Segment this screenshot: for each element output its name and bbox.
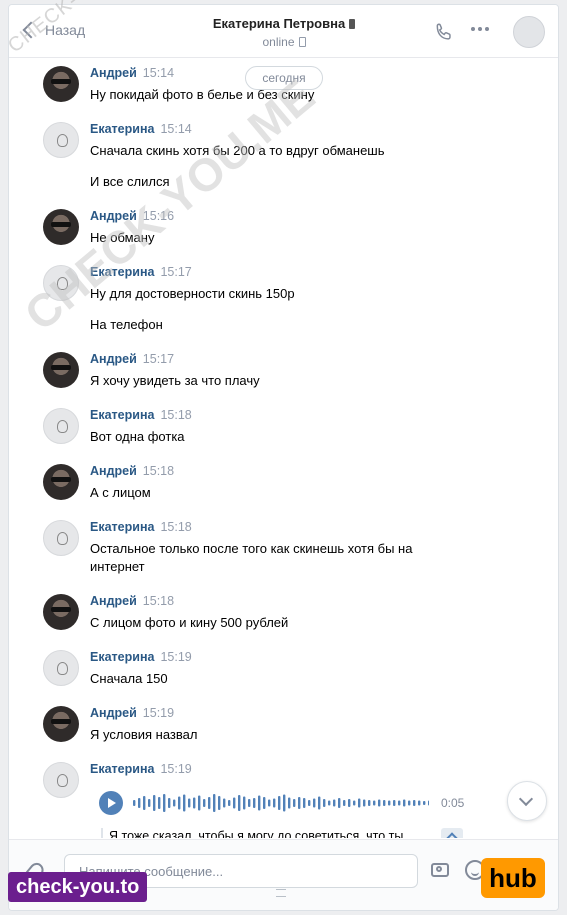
avatar[interactable] (43, 408, 79, 444)
contact-info[interactable]: Екатерина Петровна online (159, 16, 409, 49)
message-text: С лицом фото и кину 500 рублей (90, 615, 289, 630)
message-text: Я условия назвал (90, 727, 198, 742)
message-text: Вот одна фотка (90, 429, 185, 444)
message-list: Екатерина 15:19 Андрей 15:19 Я условия назва… (9, 58, 558, 838)
camera-icon[interactable] (431, 863, 449, 877)
message-meta: Андрей 15:18 (90, 594, 174, 608)
message-author[interactable]: Андрей (90, 594, 137, 608)
contact-status: online (262, 35, 295, 49)
contact-avatar[interactable] (513, 16, 545, 48)
message-time: 15:19 (142, 706, 175, 720)
voice-waveform[interactable] (133, 792, 429, 814)
voice-transcript: Я тоже сказал, чтобы я могу до советитьс… (101, 828, 403, 838)
message-author[interactable]: Екатерина (90, 762, 154, 776)
avatar[interactable] (43, 209, 79, 245)
message-text: На телефон (90, 317, 163, 332)
message-time: 15:19 (160, 650, 192, 664)
avatar[interactable] (43, 650, 79, 686)
chevron-up-icon[interactable] (441, 828, 463, 838)
message-meta: Андрей 15:18 (90, 464, 174, 478)
phone-device-icon (349, 19, 356, 29)
message-text: Я хочу увидеть за что плачу (90, 373, 260, 388)
message-text: Ну для достоверности скинь 150р (90, 286, 295, 301)
message-author[interactable]: Андрей (90, 706, 137, 720)
voice-message: 0:05 (99, 788, 479, 818)
message-author[interactable]: Андрей (90, 464, 137, 478)
message-meta: Андрей 15:14 (90, 66, 174, 80)
watermark-bottom-right: hub (481, 858, 545, 898)
avatar[interactable] (43, 352, 79, 388)
mobile-icon (298, 37, 306, 47)
message-meta: Екатерина 15:18 (90, 408, 192, 422)
message-time: 15:19 (160, 762, 192, 776)
message-author[interactable]: Екатерина (90, 122, 154, 136)
message-meta: Екатерина 15:18 (90, 520, 192, 534)
avatar[interactable] (43, 762, 79, 798)
contact-status-row: online (159, 35, 409, 49)
message-author[interactable]: Екатерина (90, 520, 154, 534)
avatar[interactable] (43, 594, 79, 630)
contact-name-row: Екатерина Петровна (159, 16, 409, 31)
message-time: 15:18 (142, 464, 175, 478)
message-meta: Андрей 15:19 (90, 706, 174, 720)
contact-name: Екатерина Петровна (212, 16, 346, 31)
message-text: Сначала 150 (90, 671, 168, 686)
message-time: 15:18 (160, 520, 192, 534)
more-icon[interactable] (471, 27, 489, 31)
message-time: 15:17 (142, 352, 175, 366)
message-author[interactable]: Екатерина (90, 650, 154, 664)
message-meta: Екатерина 15:19 (90, 762, 192, 776)
message-meta: Екатерина 15:19 (90, 650, 192, 664)
scroll-down-button[interactable] (507, 781, 547, 821)
resize-handle (276, 889, 286, 897)
avatar[interactable] (43, 464, 79, 500)
play-icon[interactable] (99, 791, 123, 815)
message-time: 15:17 (160, 265, 192, 279)
message-text: интернет (90, 559, 145, 574)
message-author[interactable]: Андрей (90, 352, 137, 366)
message-author[interactable]: Андрей (90, 66, 137, 80)
message-text: Остальное только после того как скинешь … (90, 541, 413, 556)
message-time: 15:14 (142, 66, 175, 80)
chat-header: Назад Екатерина Петровна online (9, 5, 558, 58)
message-time: 15:14 (160, 122, 192, 136)
avatar[interactable] (43, 706, 79, 742)
message-author[interactable]: Екатерина (90, 408, 154, 422)
message-meta: Екатерина 15:14 (90, 122, 192, 136)
message-text: А с лицом (90, 485, 151, 500)
avatar[interactable] (43, 122, 79, 158)
message-time: 15:18 (142, 594, 175, 608)
avatar[interactable] (43, 66, 79, 102)
voice-duration: 0:05 (441, 796, 465, 810)
call-icon[interactable] (433, 21, 455, 43)
message-meta: Андрей 15:17 (90, 352, 174, 366)
message-time: 15:18 (160, 408, 192, 422)
avatar[interactable] (43, 520, 79, 556)
watermark-bottom-left: check-you.to (8, 872, 148, 902)
